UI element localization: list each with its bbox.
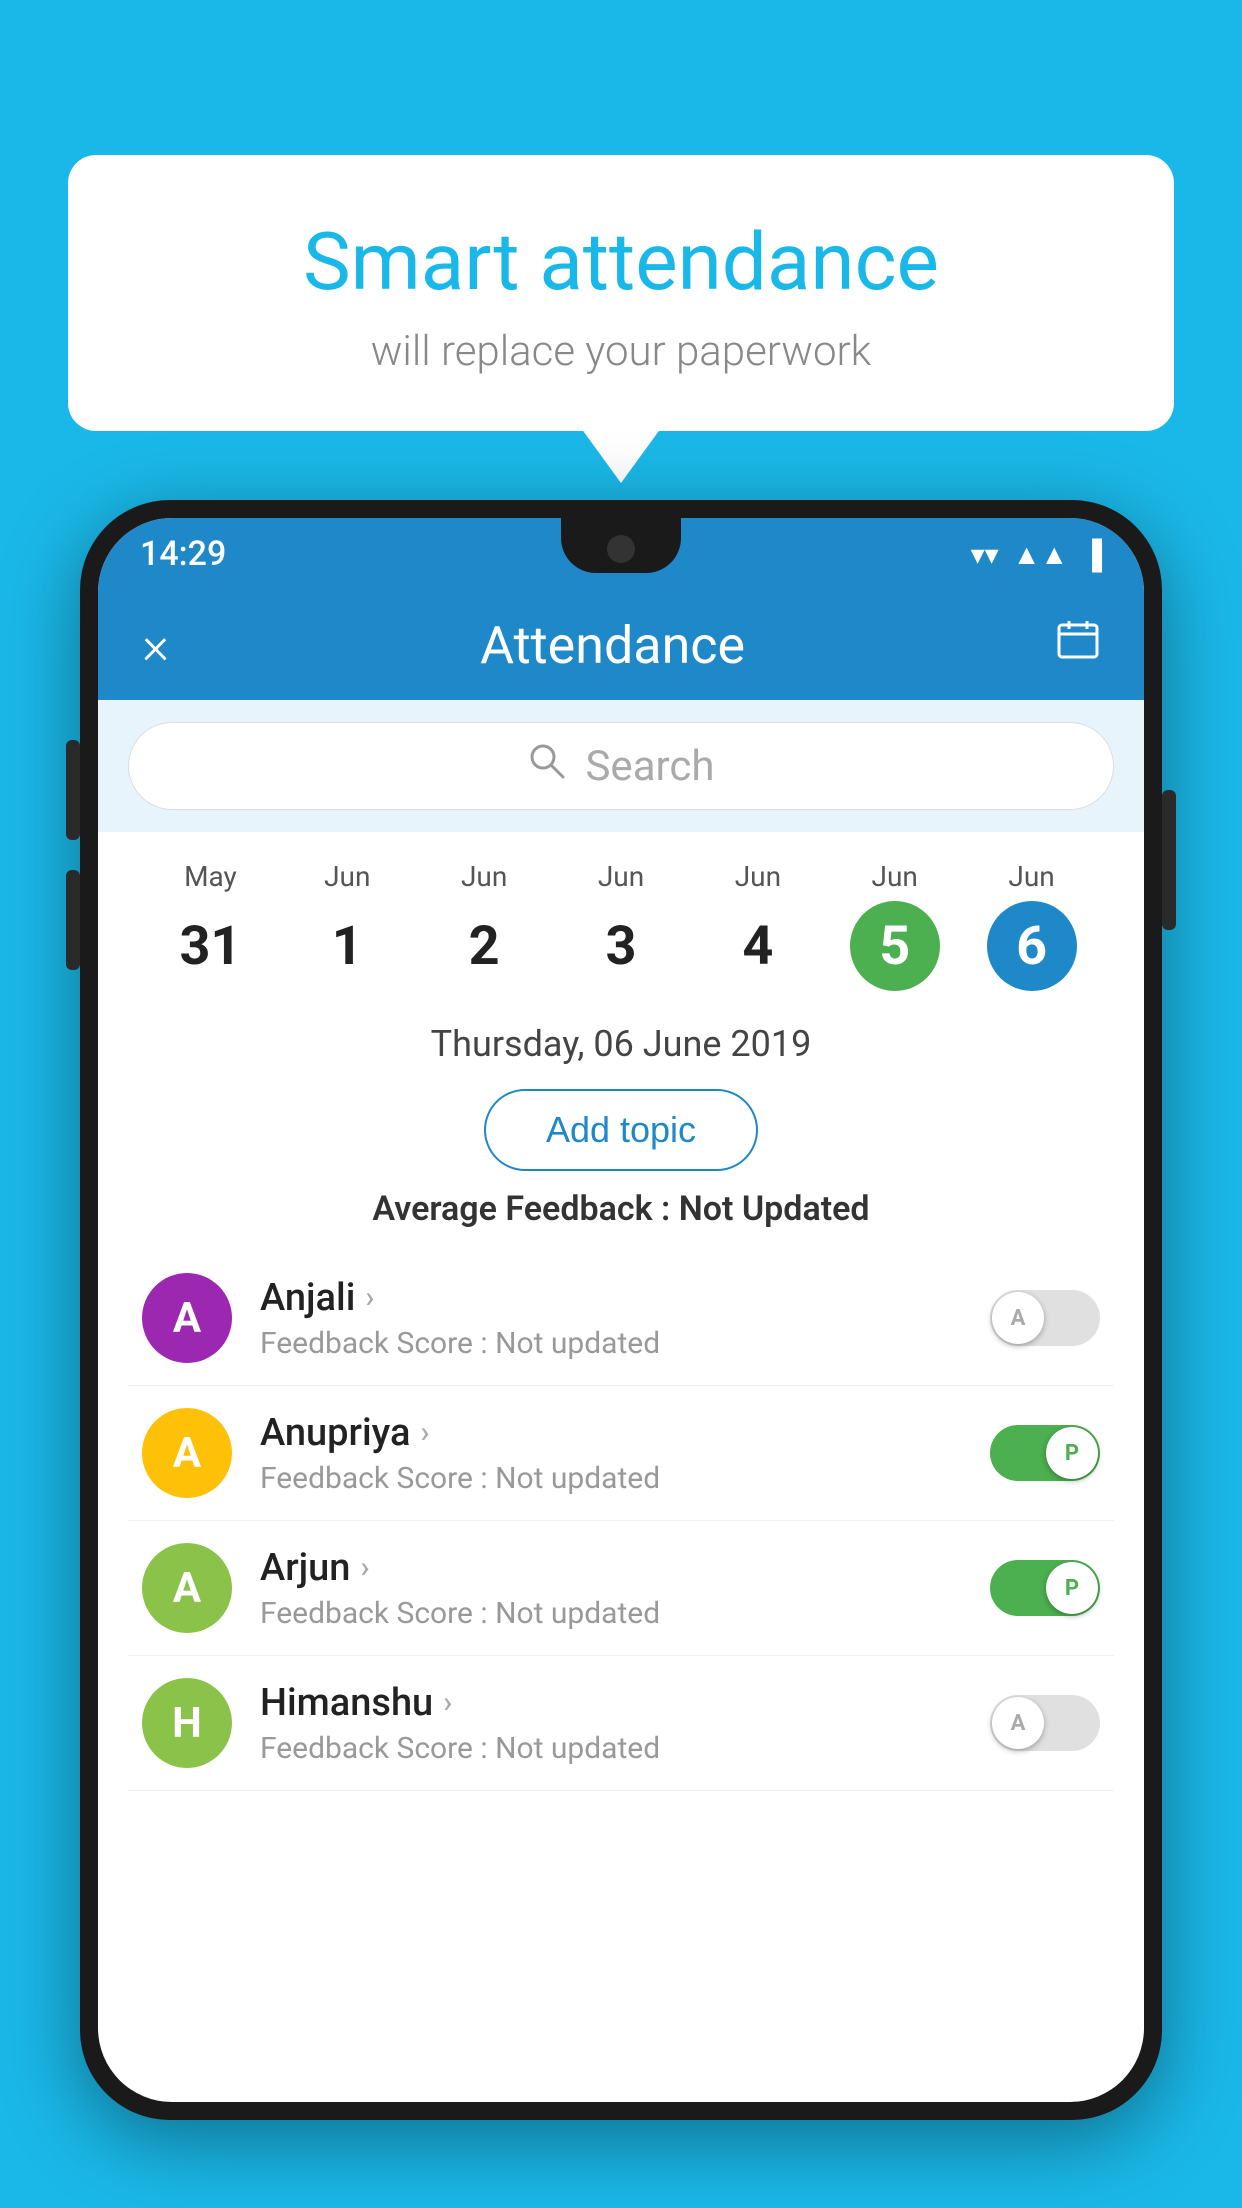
search-placeholder: Search	[585, 742, 714, 791]
cal-month-label: Jun	[279, 860, 416, 893]
student-avatar: A	[142, 1273, 232, 1363]
bubble-subtitle: will replace your paperwork	[128, 327, 1114, 376]
cal-date-number: 5	[850, 901, 940, 991]
wifi-icon: ▾▾	[971, 538, 999, 571]
calendar-day[interactable]: Jun 4	[689, 860, 826, 991]
toggle-container[interactable]: P	[990, 1560, 1100, 1616]
student-feedback: Feedback Score : Not updated	[260, 1596, 990, 1631]
cal-month-label: May	[142, 860, 279, 893]
close-button[interactable]: ×	[142, 615, 169, 676]
app-header: × Attendance	[98, 590, 1144, 700]
student-item[interactable]: AAnjali ›Feedback Score : Not updatedA	[128, 1251, 1114, 1386]
cal-date-number: 3	[576, 901, 666, 991]
phone-container: 14:29 ▾▾ ▲▲ ▐ × Attendance	[80, 500, 1162, 2208]
calendar-day[interactable]: Jun 6	[963, 860, 1100, 991]
chevron-right-icon: ›	[365, 1280, 374, 1315]
search-icon	[527, 741, 567, 791]
toggle-knob: A	[992, 1292, 1044, 1344]
cal-date-number: 4	[713, 901, 803, 991]
cal-month-label: Jun	[553, 860, 690, 893]
student-avatar: A	[142, 1543, 232, 1633]
search-container: Search	[98, 700, 1144, 832]
volume-down-button[interactable]	[66, 870, 80, 970]
attendance-toggle[interactable]: P	[990, 1560, 1100, 1616]
toggle-knob: A	[992, 1697, 1044, 1749]
student-list: AAnjali ›Feedback Score : Not updatedAAA…	[98, 1251, 1144, 1791]
phone-frame: 14:29 ▾▾ ▲▲ ▐ × Attendance	[80, 500, 1162, 2120]
search-bar[interactable]: Search	[128, 722, 1114, 810]
toggle-knob: P	[1046, 1562, 1098, 1614]
student-feedback: Feedback Score : Not updated	[260, 1731, 990, 1766]
student-feedback: Feedback Score : Not updated	[260, 1461, 990, 1496]
selected-date: Thursday, 06 June 2019	[98, 1001, 1144, 1079]
cal-month-label: Jun	[963, 860, 1100, 893]
add-topic-button[interactable]: Add topic	[484, 1089, 758, 1171]
calendar-day[interactable]: Jun 1	[279, 860, 416, 991]
student-name: Arjun ›	[260, 1546, 990, 1590]
toggle-container[interactable]: A	[990, 1695, 1100, 1751]
chevron-right-icon: ›	[360, 1550, 369, 1585]
volume-up-button[interactable]	[66, 740, 80, 840]
status-icons: ▾▾ ▲▲ ▐	[971, 538, 1102, 571]
battery-icon: ▐	[1082, 538, 1102, 571]
student-item[interactable]: A Arjun › Feedback Score : Not updated P	[128, 1521, 1114, 1656]
chevron-right-icon: ›	[420, 1415, 429, 1450]
add-topic-container: Add topic	[98, 1079, 1144, 1189]
cal-date-number: 2	[439, 901, 529, 991]
student-name: Himanshu ›	[260, 1681, 990, 1725]
calendar-day[interactable]: May 31	[142, 860, 279, 991]
cal-date-number: 6	[987, 901, 1077, 991]
cal-date-number: 1	[302, 901, 392, 991]
cal-month-label: Jun	[416, 860, 553, 893]
cal-month-label: Jun	[689, 860, 826, 893]
student-info: Anjali › Feedback Score : Not updated	[260, 1276, 990, 1361]
chevron-right-icon: ›	[443, 1685, 452, 1720]
calendar-day[interactable]: Jun 3	[553, 860, 690, 991]
phone-screen: 14:29 ▾▾ ▲▲ ▐ × Attendance	[98, 518, 1144, 2102]
calendar-day[interactable]: Jun 2	[416, 860, 553, 991]
student-feedback: Feedback Score : Not updated	[260, 1326, 990, 1361]
calendar-icon[interactable]	[1056, 618, 1100, 673]
bubble-title: Smart attendance	[128, 215, 1114, 309]
attendance-toggle[interactable]: A	[990, 1695, 1100, 1751]
cal-month-label: Jun	[826, 860, 963, 893]
signal-icon: ▲▲	[1013, 538, 1068, 571]
student-item[interactable]: H Himanshu › Feedback Score : Not updatedA	[128, 1656, 1114, 1791]
header-title: Attendance	[480, 615, 745, 676]
attendance-toggle[interactable]: A	[990, 1290, 1100, 1346]
student-info: Anupriya › Feedback Score : Not updated	[260, 1411, 990, 1496]
student-item[interactable]: A Anupriya › Feedback Score : Not updated P	[128, 1386, 1114, 1521]
speech-bubble-container: Smart attendance will replace your paper…	[68, 155, 1174, 431]
speech-bubble: Smart attendance will replace your paper…	[68, 155, 1174, 431]
toggle-container[interactable]: P	[990, 1425, 1100, 1481]
phone-camera	[607, 535, 635, 563]
toggle-container[interactable]: A	[990, 1290, 1100, 1346]
calendar-row: May 31 Jun 1 Jun 2 Jun 3 Jun 4 Jun 5 Jun 6	[98, 832, 1144, 1001]
student-name: Anupriya ›	[260, 1411, 990, 1455]
average-feedback: Average Feedback : Not Updated	[98, 1189, 1144, 1251]
toggle-knob: P	[1046, 1427, 1098, 1479]
student-avatar: A	[142, 1408, 232, 1498]
student-info: Himanshu › Feedback Score : Not updated	[260, 1681, 990, 1766]
cal-date-number: 31	[165, 901, 255, 991]
student-avatar: H	[142, 1678, 232, 1768]
power-button[interactable]	[1162, 790, 1176, 930]
status-time: 14:29	[140, 534, 226, 574]
student-info: Arjun › Feedback Score : Not updated	[260, 1546, 990, 1631]
attendance-toggle[interactable]: P	[990, 1425, 1100, 1481]
student-name: Anjali ›	[260, 1276, 990, 1320]
calendar-day[interactable]: Jun 5	[826, 860, 963, 991]
